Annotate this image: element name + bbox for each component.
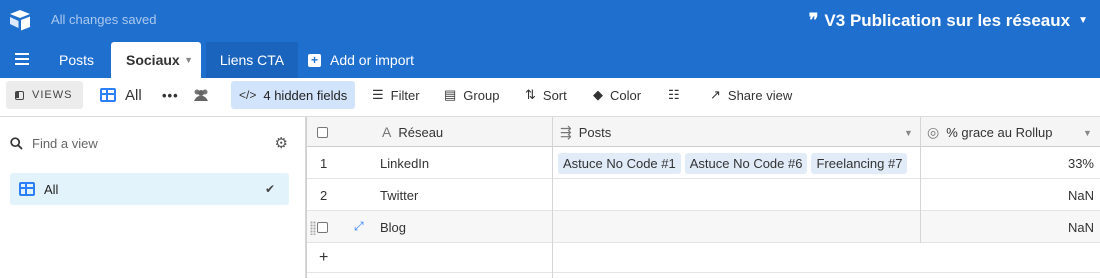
chevron-down-icon[interactable]: ▼ xyxy=(184,42,193,78)
row-height-button[interactable]: ☷ xyxy=(668,81,687,109)
column-divider xyxy=(920,117,921,243)
column-header-label: % grace au Rollup xyxy=(946,124,1053,140)
text-field-icon: A xyxy=(382,124,392,140)
row-number: 1 xyxy=(320,155,328,171)
plus-icon: + xyxy=(308,53,321,67)
table-row[interactable]: ⤢ Blog NaN xyxy=(306,211,1100,243)
rollup-icon: ◎ xyxy=(927,123,940,140)
more-options-icon[interactable]: ••• xyxy=(162,81,179,109)
cell-rollup[interactable]: 33% xyxy=(1068,147,1094,179)
hidden-fields-label: 4 hidden fields xyxy=(263,87,348,103)
tab-sociaux-label: Sociaux xyxy=(126,52,180,68)
cell-reseau[interactable]: LinkedIn xyxy=(380,147,429,179)
records-grid: A Réseau ⇶ Posts ▼ ◎ % grace au Rollup ▼… xyxy=(306,117,1100,278)
filter-icon: ☰ xyxy=(372,87,384,102)
chevron-down-icon[interactable]: ▼ xyxy=(1083,128,1092,138)
current-view-name: All xyxy=(125,86,142,104)
filter-button[interactable]: ☰ Filter xyxy=(372,81,420,109)
linked-record-chip[interactable]: Astuce No Code #1 xyxy=(558,152,681,174)
column-header-label: Posts xyxy=(578,124,612,140)
paint-bucket-icon: ◆ xyxy=(593,87,603,102)
column-header-rollup[interactable]: ◎ % grace au Rollup xyxy=(927,117,1052,147)
hidden-fields-button[interactable]: </> 4 hidden fields xyxy=(231,81,355,109)
row-number: 2 xyxy=(320,187,328,203)
row-checkbox[interactable] xyxy=(317,211,328,243)
color-button[interactable]: ◆ Color xyxy=(593,81,641,109)
sidebar-item-all[interactable]: All ✔ xyxy=(10,173,289,205)
view-toolbar: VIEWS All ••• </> 4 hidden fields ☰ Filt… xyxy=(0,78,1100,117)
row-height-icon: ☷ xyxy=(668,87,680,102)
add-record-row[interactable]: + xyxy=(306,243,1100,273)
linked-record-icon: ⇶ xyxy=(560,123,572,140)
sort-icon: ⇅ xyxy=(525,87,536,102)
table-row[interactable]: 1 LinkedIn Astuce No Code #1 Astuce No C… xyxy=(306,147,1100,179)
find-view-input[interactable] xyxy=(32,135,252,151)
view-switcher[interactable]: All xyxy=(100,81,142,109)
quote-icon: ❞ xyxy=(808,10,819,31)
group-icon: ▤ xyxy=(444,87,457,102)
cell-rollup[interactable]: NaN xyxy=(1068,211,1094,243)
share-view-button[interactable]: ↗ Share view xyxy=(710,81,792,109)
base-title[interactable]: ❞ V3 Publication sur les réseaux ▼ xyxy=(809,10,1088,31)
cell-rollup[interactable]: NaN xyxy=(1068,179,1094,211)
column-header-reseau[interactable]: A Réseau xyxy=(382,117,443,147)
grid-view-icon xyxy=(19,182,35,196)
column-divider xyxy=(552,117,553,278)
save-status: All changes saved xyxy=(51,12,157,27)
chevron-down-icon: ▼ xyxy=(1078,15,1088,26)
group-button[interactable]: ▤ Group xyxy=(444,81,499,109)
sidebar-item-label: All xyxy=(44,181,59,197)
tab-sociaux[interactable]: Sociaux ▼ xyxy=(111,42,201,78)
group-label: Group xyxy=(463,87,500,103)
column-divider xyxy=(306,117,307,278)
views-label: VIEWS xyxy=(32,89,73,101)
add-or-import-button[interactable]: + Add or import xyxy=(306,42,428,78)
share-icon: ↗ xyxy=(710,87,721,102)
cell-reseau[interactable]: Twitter xyxy=(380,179,418,211)
drag-handle-icon[interactable] xyxy=(310,221,316,235)
gear-icon[interactable]: ⚙ xyxy=(275,134,288,152)
expand-record-icon[interactable]: ⤢ xyxy=(354,219,364,234)
collaborators-icon[interactable] xyxy=(192,81,210,109)
tab-liens-cta[interactable]: Liens CTA xyxy=(206,42,298,78)
grid-view-icon xyxy=(100,88,116,102)
column-header-label: Réseau xyxy=(398,124,444,140)
find-view-box: ⚙ xyxy=(10,129,288,157)
base-name: V3 Publication sur les réseaux xyxy=(824,10,1071,30)
sort-button[interactable]: ⇅ Sort xyxy=(525,81,567,109)
color-label: Color xyxy=(610,87,642,103)
sidebar-toggle-icon xyxy=(15,90,24,100)
add-or-import-label: Add or import xyxy=(330,52,415,68)
tab-posts[interactable]: Posts xyxy=(45,42,109,78)
share-view-label: Share view xyxy=(727,87,793,103)
filter-label: Filter xyxy=(390,87,420,103)
grid-header: A Réseau ⇶ Posts ▼ ◎ % grace au Rollup ▼ xyxy=(306,117,1100,147)
table-tabs: Posts Sociaux ▼ Liens CTA + Add or impor… xyxy=(0,42,1100,78)
chevron-down-icon[interactable]: ▼ xyxy=(904,128,913,138)
views-toggle-button[interactable]: VIEWS xyxy=(6,81,83,109)
linked-record-chip[interactable]: Freelancing #7 xyxy=(811,152,908,174)
cell-reseau[interactable]: Blog xyxy=(380,211,406,243)
checkmark-icon: ✔ xyxy=(264,182,275,196)
search-icon xyxy=(10,136,23,150)
airtable-logo-icon[interactable] xyxy=(8,9,32,31)
column-header-posts[interactable]: ⇶ Posts xyxy=(560,117,611,147)
cell-posts[interactable]: Astuce No Code #1 Astuce No Code #6 Free… xyxy=(558,147,911,179)
table-row[interactable]: 2 Twitter NaN xyxy=(306,179,1100,211)
linked-record-chip[interactable]: Astuce No Code #6 xyxy=(684,152,808,174)
eye-slash-icon: </> xyxy=(239,88,257,102)
sort-label: Sort xyxy=(542,87,567,103)
select-all-checkbox[interactable] xyxy=(317,117,328,147)
plus-icon[interactable]: + xyxy=(319,243,328,273)
top-bar: All changes saved ❞ V3 Publication sur l… xyxy=(0,0,1100,78)
menu-icon[interactable] xyxy=(14,51,32,69)
views-sidebar: ⚙ All ✔ xyxy=(0,117,306,278)
